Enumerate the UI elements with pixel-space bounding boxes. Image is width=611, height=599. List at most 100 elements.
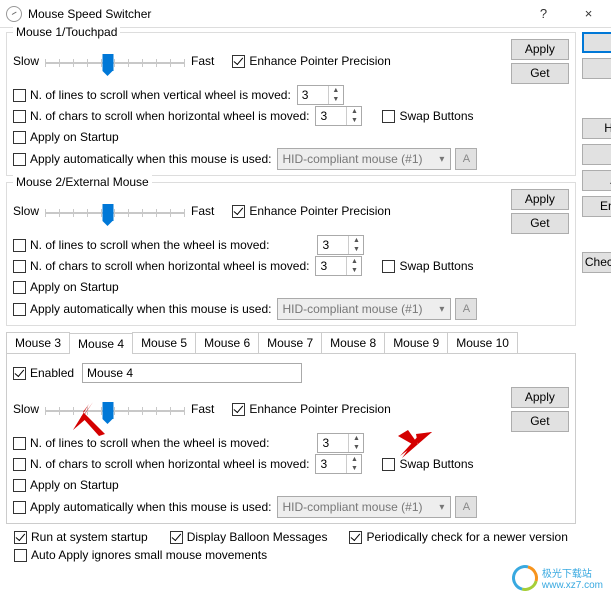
run-startup-label: Run at system startup <box>31 530 148 544</box>
startup-label-m1: Apply on Startup <box>30 130 119 144</box>
balloon-label: Display Balloon Messages <box>187 530 328 544</box>
a-button-m4[interactable]: A <box>455 496 477 518</box>
tab-mouse8[interactable]: Mouse 8 <box>321 332 385 353</box>
check-updates-button[interactable]: Check Updates... <box>582 252 611 273</box>
watermark: 极光下载站 www.xz7.com <box>512 565 603 591</box>
autoignore-label: Auto Apply ignores small mouse movements <box>31 548 267 562</box>
about-button[interactable]: About... <box>582 170 611 191</box>
startup-label-m2: Apply on Startup <box>30 280 119 294</box>
tab-mouse9[interactable]: Mouse 9 <box>384 332 448 353</box>
tab-mouse7[interactable]: Mouse 7 <box>258 332 322 353</box>
swap-checkbox-m2[interactable] <box>382 260 395 273</box>
chars-spinner-m4[interactable]: ▲▼ <box>315 454 362 474</box>
group-mouse2: Mouse 2/External Mouse Slow Fast <box>6 182 576 326</box>
help-button[interactable]: ? <box>521 0 566 28</box>
group-title-mouse2: Mouse 2/External Mouse <box>13 175 152 189</box>
chars-checkbox-m2[interactable] <box>13 260 26 273</box>
auto-checkbox-m1[interactable] <box>13 153 26 166</box>
mouse-name-input-m4[interactable] <box>82 363 302 383</box>
swap-label-m2: Swap Buttons <box>399 259 473 273</box>
tab-mouse5[interactable]: Mouse 5 <box>132 332 196 353</box>
slow-label: Slow <box>13 54 39 68</box>
lines-label-m1: N. of lines to scroll when vertical whee… <box>30 88 291 102</box>
periodic-checkbox[interactable] <box>349 531 362 544</box>
enabled-label: Enabled <box>30 366 74 380</box>
hotkeys-button[interactable]: Hotkeys... <box>582 118 611 139</box>
tab-mouse3[interactable]: Mouse 3 <box>6 332 70 353</box>
swap-checkbox-m4[interactable] <box>382 458 395 471</box>
ok-button[interactable]: OK <box>582 32 611 53</box>
speed-slider-m4[interactable] <box>45 397 185 421</box>
chars-checkbox-m4[interactable] <box>13 458 26 471</box>
watermark-logo-icon <box>507 560 543 596</box>
tab-mouse10[interactable]: Mouse 10 <box>447 332 518 353</box>
swap-label-m4: Swap Buttons <box>399 457 473 471</box>
swap-label-m1: Swap Buttons <box>399 109 473 123</box>
enhance-checkbox-m4[interactable] <box>232 403 245 416</box>
auto-label-m4: Apply automatically when this mouse is u… <box>30 500 271 514</box>
enhance-checkbox-m2[interactable] <box>232 205 245 218</box>
fast-label-m2: Fast <box>191 204 214 218</box>
a-button-m1[interactable]: A <box>455 148 477 170</box>
tab-mouse6[interactable]: Mouse 6 <box>195 332 259 353</box>
auto-checkbox-m4[interactable] <box>13 501 26 514</box>
lines-spinner-m4[interactable]: ▲▼ <box>317 433 364 453</box>
auto-checkbox-m2[interactable] <box>13 303 26 316</box>
help-dialog-button[interactable]: Help... <box>582 144 611 165</box>
group-mouse1: Mouse 1/Touchpad Slow Fast E <box>6 32 576 176</box>
a-button-m2[interactable]: A <box>455 298 477 320</box>
tab-mouse4[interactable]: Mouse 4 <box>69 333 133 354</box>
chars-spinner-m2[interactable]: ▲▼ <box>315 256 362 276</box>
device-combo-m2[interactable]: HID-compliant mouse (#1) <box>277 298 451 320</box>
chars-label-m1: N. of chars to scroll when horizontal wh… <box>30 109 309 123</box>
watermark-text2: www.xz7.com <box>542 580 603 591</box>
get-button-m1[interactable]: Get <box>511 63 569 84</box>
close-button[interactable]: × <box>566 0 611 28</box>
chars-spinner-m1[interactable]: ▲▼ <box>315 106 362 126</box>
auto-label-m2: Apply automatically when this mouse is u… <box>30 302 271 316</box>
startup-label-m4: Apply on Startup <box>30 478 119 492</box>
chars-checkbox-m1[interactable] <box>13 110 26 123</box>
fast-label-m4: Fast <box>191 402 214 416</box>
fast-label: Fast <box>191 54 214 68</box>
auto-label-m1: Apply automatically when this mouse is u… <box>30 152 271 166</box>
enter-key-button[interactable]: Enter Key... <box>582 196 611 217</box>
lines-label-m2: N. of lines to scroll when the wheel is … <box>30 238 269 252</box>
enhance-label-m2: Enhance Pointer Precision <box>249 204 390 218</box>
periodic-label: Periodically check for a newer version <box>366 530 567 544</box>
get-button-m2[interactable]: Get <box>511 213 569 234</box>
speed-slider-m2[interactable] <box>45 199 185 223</box>
enhance-checkbox-m1[interactable] <box>232 55 245 68</box>
device-combo-m1[interactable]: HID-compliant mouse (#1) <box>277 148 451 170</box>
apply-button-m2[interactable]: Apply <box>511 189 569 210</box>
lines-spinner-m2[interactable]: ▲▼ <box>317 235 364 255</box>
get-button-m4[interactable]: Get <box>511 411 569 432</box>
balloon-checkbox[interactable] <box>170 531 183 544</box>
slow-label-m4: Slow <box>13 402 39 416</box>
lines-checkbox-m1[interactable] <box>13 89 26 102</box>
tab-panel-mouse4: Enabled Slow Fast <box>6 354 576 524</box>
lines-checkbox-m2[interactable] <box>13 239 26 252</box>
watermark-text1: 极光下载站 <box>542 565 603 580</box>
lines-label-m4: N. of lines to scroll when the wheel is … <box>30 436 269 450</box>
apply-button-m4[interactable]: Apply <box>511 387 569 408</box>
lines-spinner-m1[interactable]: ▲▼ <box>297 85 344 105</box>
lines-checkbox-m4[interactable] <box>13 437 26 450</box>
enhance-label-m4: Enhance Pointer Precision <box>249 402 390 416</box>
swap-checkbox-m1[interactable] <box>382 110 395 123</box>
chars-label-m2: N. of chars to scroll when horizontal wh… <box>30 259 309 273</box>
enabled-checkbox-m4[interactable] <box>13 367 26 380</box>
device-combo-m4[interactable]: HID-compliant mouse (#1) <box>277 496 451 518</box>
group-title-mouse1: Mouse 1/Touchpad <box>13 25 120 39</box>
startup-checkbox-m4[interactable] <box>13 479 26 492</box>
speed-slider-m1[interactable] <box>45 49 185 73</box>
startup-checkbox-m1[interactable] <box>13 131 26 144</box>
startup-checkbox-m2[interactable] <box>13 281 26 294</box>
run-startup-checkbox[interactable] <box>14 531 27 544</box>
slow-label-m2: Slow <box>13 204 39 218</box>
autoignore-checkbox[interactable] <box>14 549 27 562</box>
apply-button-m1[interactable]: Apply <box>511 39 569 60</box>
app-icon <box>6 6 22 22</box>
cancel-button[interactable]: Cancel <box>582 58 611 79</box>
window-title: Mouse Speed Switcher <box>28 7 521 21</box>
